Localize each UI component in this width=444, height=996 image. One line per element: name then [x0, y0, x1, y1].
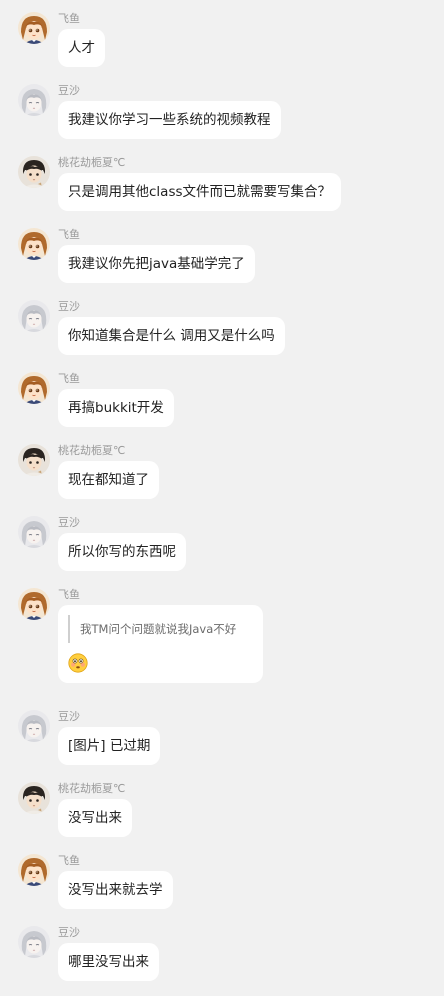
message-bubble[interactable]: 没写出来就去学 [58, 871, 173, 909]
sender-name: 飞鱼 [58, 588, 80, 601]
message-row: 飞鱼 再搞bukkit开发 [0, 370, 444, 442]
avatar[interactable] [18, 156, 50, 188]
message-bubble[interactable]: 你知道集合是什么 调用又是什么吗 [58, 317, 285, 355]
message-row: 桃花劫栀夏℃ 没写出来 [0, 780, 444, 852]
avatar[interactable] [18, 710, 50, 742]
sender-name: 桃花劫栀夏℃ [58, 782, 126, 795]
message-row: 桃花劫栀夏℃ 只是调用其他class文件而已就需要写集合？ [0, 154, 444, 226]
avatar[interactable] [18, 372, 50, 404]
message-bubble[interactable]: 再搞bukkit开发 [58, 389, 174, 427]
avatar[interactable] [18, 12, 50, 44]
message-bubble[interactable]: 只是调用其他class文件而已就需要写集合？ [58, 173, 342, 211]
quoted-message[interactable]: 我TM问个问题就说我Java不好 [68, 615, 251, 643]
message-row: 飞鱼 没写出来就去学 [0, 852, 444, 924]
avatar[interactable] [18, 516, 50, 548]
avatar[interactable] [18, 854, 50, 886]
message-bubble[interactable]: 哪里没写出来 [58, 943, 159, 981]
flushed-face-emoji-icon [68, 653, 251, 673]
sender-name: 豆沙 [58, 710, 80, 723]
sender-name: 桃花劫栀夏℃ [58, 444, 126, 457]
avatar[interactable] [18, 926, 50, 958]
sender-name: 豆沙 [58, 926, 80, 939]
sender-name: 豆沙 [58, 84, 80, 97]
avatar[interactable] [18, 782, 50, 814]
avatar[interactable] [18, 444, 50, 476]
message-row: 飞鱼 我TM问个问题就说我Java不好 [0, 586, 444, 708]
message-bubble[interactable]: [图片] 已过期 [58, 727, 161, 765]
avatar[interactable] [18, 300, 50, 332]
sender-name: 飞鱼 [58, 228, 80, 241]
message-row: 豆沙 我建议你学习一些系统的视频教程 [0, 82, 444, 154]
message-row: 豆沙 所以你写的东西呢 [0, 514, 444, 586]
avatar[interactable] [18, 588, 50, 620]
message-row: 豆沙 [图片] 已过期 [0, 708, 444, 780]
sender-name: 飞鱼 [58, 372, 80, 385]
message-bubble[interactable]: 我建议你学习一些系统的视频教程 [58, 101, 281, 139]
message-bubble[interactable]: 现在都知道了 [58, 461, 159, 499]
sender-name: 飞鱼 [58, 12, 80, 25]
sender-name: 豆沙 [58, 300, 80, 313]
message-row: 豆沙 你知道集合是什么 调用又是什么吗 [0, 298, 444, 370]
message-row: 豆沙 哪里没写出来 [0, 924, 444, 996]
message-bubble[interactable]: 我建议你先把java基础学完了 [58, 245, 255, 283]
sender-name: 飞鱼 [58, 854, 80, 867]
message-bubble[interactable]: 人才 [58, 29, 105, 67]
message-row: 飞鱼 人才 [0, 10, 444, 82]
sender-name: 豆沙 [58, 516, 80, 529]
message-row: 飞鱼 我建议你先把java基础学完了 [0, 226, 444, 298]
message-row: 桃花劫栀夏℃ 现在都知道了 [0, 442, 444, 514]
chat-message-list: 飞鱼 人才 豆沙 我建议你学习一些系统的视频教程 桃花劫栀夏℃ 只是调用其他cl… [0, 0, 444, 996]
avatar[interactable] [18, 228, 50, 260]
sender-name: 桃花劫栀夏℃ [58, 156, 126, 169]
message-bubble[interactable]: 我TM问个问题就说我Java不好 [58, 605, 263, 683]
message-bubble[interactable]: 没写出来 [58, 799, 132, 837]
message-bubble[interactable]: 所以你写的东西呢 [58, 533, 186, 571]
avatar[interactable] [18, 84, 50, 116]
